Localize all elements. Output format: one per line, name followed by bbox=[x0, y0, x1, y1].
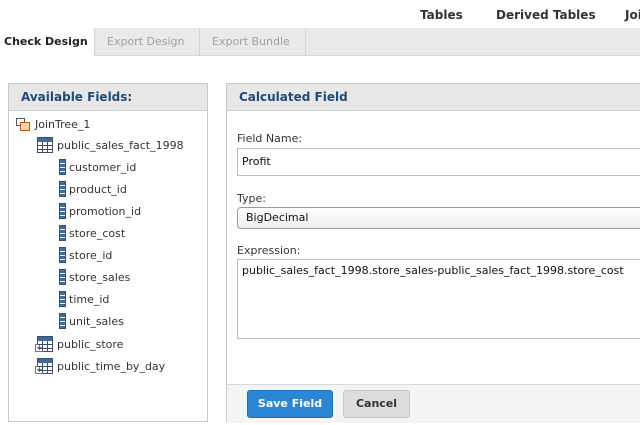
tab-export-bundle[interactable]: Export Bundle bbox=[200, 28, 306, 56]
tree-node-column[interactable]: customer_id bbox=[59, 157, 136, 177]
type-label: Type: bbox=[237, 192, 266, 205]
tab-bar: Check Design Export Design Export Bundle bbox=[0, 28, 640, 56]
tree-node-column[interactable]: promotion_id bbox=[59, 201, 141, 221]
nav-derived-tables-link[interactable]: Derived Tables bbox=[496, 8, 596, 22]
tree-node-label: store_cost bbox=[69, 226, 126, 240]
column-icon bbox=[59, 291, 66, 307]
nav-tables-link[interactable]: Tables bbox=[420, 8, 463, 22]
tree-node-label: store_sales bbox=[69, 270, 131, 284]
tab-export-design[interactable]: Export Design bbox=[95, 28, 200, 56]
tree-node-table[interactable]: public_sales_fact_1998 bbox=[37, 135, 184, 155]
column-icon bbox=[59, 313, 66, 329]
calculated-field-title: Calculated Field bbox=[227, 84, 640, 111]
tree-node-label: unit_sales bbox=[69, 314, 124, 328]
field-name-label: Field Name: bbox=[237, 132, 303, 145]
column-icon bbox=[59, 269, 66, 285]
column-icon bbox=[59, 225, 66, 241]
cancel-button[interactable]: Cancel bbox=[343, 390, 410, 418]
top-nav: Tables Derived Tables Join bbox=[0, 0, 640, 28]
tree-node-label: JoinTree_1 bbox=[35, 117, 91, 131]
column-icon bbox=[59, 181, 66, 197]
save-field-button[interactable]: Save Field bbox=[247, 390, 333, 418]
tree-node-column[interactable]: store_sales bbox=[59, 267, 130, 287]
tree-node-label: time_id bbox=[69, 292, 110, 306]
table-icon: + bbox=[35, 358, 53, 374]
tree-node-column[interactable]: time_id bbox=[59, 289, 109, 309]
tree-node-label: public_sales_fact_1998 bbox=[57, 138, 184, 152]
join-tree-icon bbox=[15, 116, 31, 132]
tree-node-column[interactable]: store_cost bbox=[59, 223, 125, 243]
column-icon bbox=[59, 203, 66, 219]
tree-node-table[interactable]: + public_time_by_day bbox=[35, 356, 166, 376]
column-icon bbox=[59, 159, 66, 175]
available-fields-title: Available Fields: bbox=[9, 84, 207, 111]
tree-node-label: product_id bbox=[69, 182, 127, 196]
table-icon bbox=[37, 137, 53, 153]
tree-node-label: store_id bbox=[69, 248, 113, 262]
tree-node-column[interactable]: unit_sales bbox=[59, 311, 124, 331]
expression-textarea[interactable]: public_sales_fact_1998.store_sales-publi… bbox=[237, 259, 640, 339]
tree-node-label: promotion_id bbox=[69, 204, 142, 218]
available-fields-panel: Available Fields: JoinTree_1 public_sale… bbox=[8, 83, 208, 422]
field-name-input[interactable]: Profit bbox=[237, 148, 640, 176]
expression-label: Expression: bbox=[237, 244, 301, 257]
tree-node-label: customer_id bbox=[69, 160, 137, 174]
tree-node-column[interactable]: product_id bbox=[59, 179, 127, 199]
tree-node-table[interactable]: + public_store bbox=[35, 334, 124, 354]
expand-icon[interactable]: + bbox=[35, 344, 43, 352]
expand-icon[interactable]: + bbox=[35, 366, 43, 374]
tree-node-label: public_store bbox=[57, 337, 124, 351]
column-icon bbox=[59, 247, 66, 263]
tree-node-column[interactable]: store_id bbox=[59, 245, 112, 265]
tree-node-join[interactable]: JoinTree_1 bbox=[15, 114, 90, 134]
tree-node-label: public_time_by_day bbox=[57, 359, 166, 373]
table-icon: + bbox=[35, 336, 53, 352]
tab-check-design[interactable]: Check Design bbox=[0, 28, 95, 56]
type-select[interactable]: BigDecimal bbox=[237, 207, 640, 229]
nav-join-link[interactable]: Join bbox=[625, 8, 640, 22]
calculated-field-panel: Calculated Field Field Name: Profit Type… bbox=[226, 83, 640, 423]
